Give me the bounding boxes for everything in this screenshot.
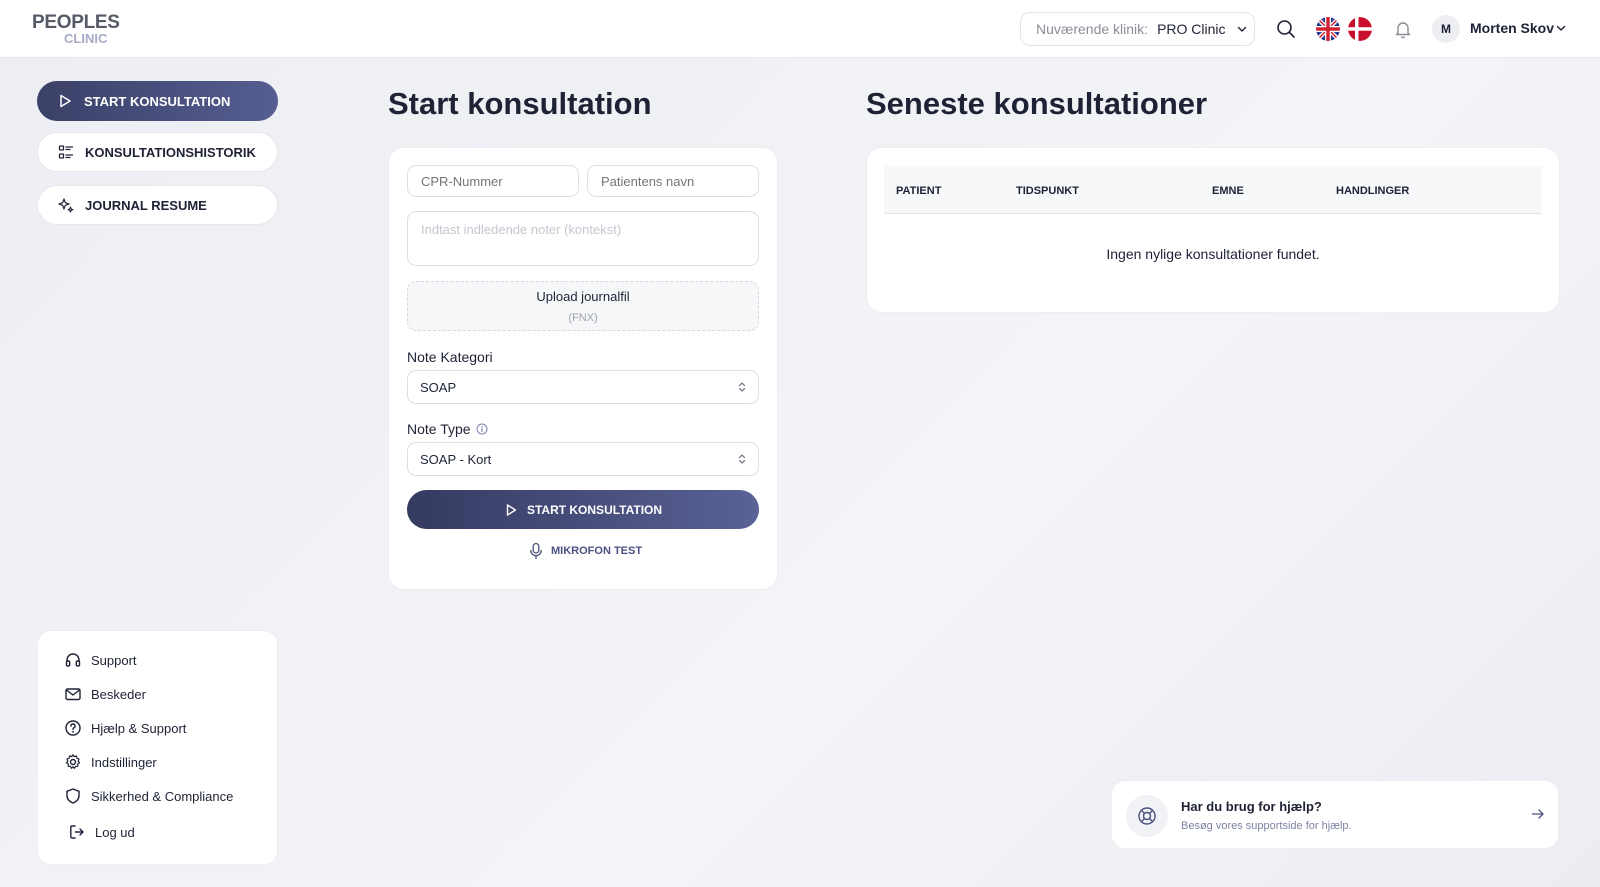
mic-test-button[interactable]: MIKROFON TEST: [528, 542, 642, 560]
list-icon: [58, 145, 74, 159]
upload-hint: (FNX): [568, 312, 598, 324]
upload-dropzone[interactable]: Upload journalfil (FNX): [407, 281, 759, 331]
updown-chevron-icon: [738, 382, 746, 392]
sidebar-link-label: Log ud: [95, 824, 135, 840]
chevron-down-icon: [1237, 26, 1246, 32]
play-icon: [60, 94, 71, 108]
empty-state-message: Ingen nylige konsultationer fundet.: [1106, 246, 1320, 262]
help-title: Har du brug for hjælp?: [1181, 799, 1322, 814]
sidebar-link-beskeder[interactable]: Beskeder: [64, 685, 146, 703]
column-header-tidspunkt[interactable]: TIDSPUNKT: [1016, 185, 1079, 197]
note-category-label: Note Kategori: [407, 349, 493, 365]
note-category-label-text: Note Kategori: [407, 349, 493, 365]
info-icon[interactable]: [476, 423, 488, 435]
chevron-down-icon[interactable]: [1555, 22, 1567, 34]
nav-journal-resume[interactable]: JOURNAL RESUME: [37, 185, 278, 225]
start-consultation-button[interactable]: START KONSULTATION: [407, 490, 759, 529]
nav-label: JOURNAL RESUME: [85, 197, 207, 213]
note-type-value: SOAP - Kort: [420, 451, 492, 467]
headphones-icon: [65, 653, 81, 667]
sidebar-link-label: Indstillinger: [91, 754, 157, 770]
patient-name-input[interactable]: [587, 165, 759, 197]
bell-icon[interactable]: [1392, 18, 1414, 40]
avatar[interactable]: M: [1432, 15, 1460, 43]
note-category-select[interactable]: SOAP: [407, 370, 759, 404]
sparkles-icon: [58, 198, 74, 213]
microphone-icon: [530, 542, 542, 560]
column-header-emne[interactable]: EMNE: [1212, 185, 1244, 197]
arrow-right-icon[interactable]: [1530, 806, 1546, 822]
note-category-value: SOAP: [420, 379, 457, 395]
play-icon: [506, 503, 517, 516]
lifebuoy-icon: [1138, 807, 1156, 825]
nav-start-konsultation[interactable]: START KONSULTATION: [37, 81, 278, 121]
mic-test-label: MIKROFON TEST: [551, 545, 643, 557]
sidebar-link-support[interactable]: Support: [64, 651, 137, 669]
help-card[interactable]: Har du brug for hjælp? Besøg vores suppo…: [1111, 780, 1559, 849]
table-header: PATIENT TIDSPUNKT EMNE HANDLINGER: [884, 166, 1542, 214]
sidebar-link-logout[interactable]: Log ud: [68, 823, 135, 841]
sidebar-links-card: Support Beskeder Hjælp & Support Indstil…: [37, 630, 278, 865]
help-subtitle: Besøg vores supportside for hjælp.: [1181, 820, 1352, 832]
logo[interactable]: PEOPLES CLINIC: [32, 12, 122, 48]
page-title-recent: Seneste konsultationer: [866, 86, 1208, 121]
sidebar-link-help[interactable]: Hjælp & Support: [64, 719, 186, 737]
note-type-label: Note Type: [407, 421, 488, 437]
user-name[interactable]: Morten Skov: [1470, 20, 1554, 36]
column-header-handlinger: HANDLINGER: [1336, 185, 1410, 197]
note-type-select[interactable]: SOAP - Kort: [407, 442, 759, 476]
clinic-select-value: PRO Clinic: [1157, 21, 1226, 37]
notes-textarea[interactable]: Indtast indledende noter (kontekst): [407, 211, 759, 266]
sidebar-link-settings[interactable]: Indstillinger: [64, 753, 157, 771]
help-circle-icon: [65, 720, 81, 736]
nav-label: START KONSULTATION: [84, 93, 231, 109]
uk-flag-icon[interactable]: [1316, 17, 1340, 41]
sidebar-link-security[interactable]: Sikkerhed & Compliance: [64, 787, 233, 805]
mail-icon: [65, 688, 81, 701]
page-title-consultation: Start konsultation: [388, 86, 652, 121]
start-consultation-label: START KONSULTATION: [526, 502, 663, 517]
clinic-select[interactable]: Nuværende klinik: PRO Clinic: [1020, 12, 1255, 46]
nav-konsultationshistorik[interactable]: KONSULTATIONSHISTORIK: [37, 132, 278, 172]
shield-icon: [66, 788, 80, 804]
top-header: PEOPLES CLINIC Nuværende klinik: PRO Cli…: [0, 0, 1600, 58]
search-icon[interactable]: [1275, 18, 1297, 40]
gear-icon: [65, 754, 81, 769]
logo-line2: CLINIC: [64, 31, 108, 46]
upload-label: Upload journalfil: [536, 289, 630, 304]
sidebar-link-label: Beskeder: [91, 686, 146, 702]
sidebar-link-label: Sikkerhed & Compliance: [91, 788, 234, 804]
note-type-label-text: Note Type: [407, 421, 471, 437]
denmark-flag-icon[interactable]: [1348, 17, 1372, 41]
logout-icon: [70, 825, 84, 839]
column-header-patient[interactable]: PATIENT: [896, 185, 941, 197]
clinic-select-label: Nuværende klinik:: [1036, 21, 1149, 37]
sidebar-link-label: Support: [91, 652, 137, 668]
updown-chevron-icon: [738, 454, 746, 464]
cpr-input[interactable]: [407, 165, 579, 197]
nav-label: KONSULTATIONSHISTORIK: [85, 144, 256, 160]
sidebar-link-label: Hjælp & Support: [91, 720, 187, 736]
help-icon-wrap: [1126, 795, 1168, 837]
